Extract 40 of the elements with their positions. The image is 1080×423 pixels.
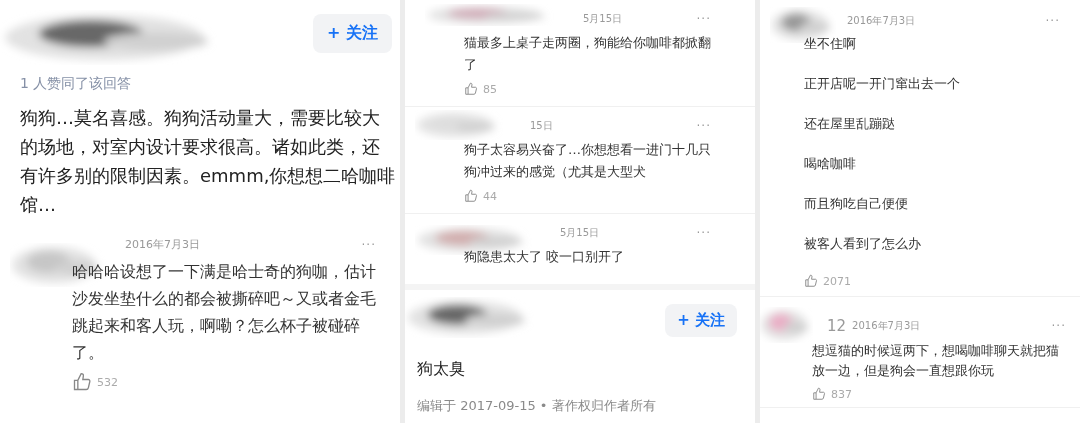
like-count: 2071 (823, 274, 851, 288)
answer-text: 狗太臭 (417, 358, 466, 380)
like-count: 837 (831, 387, 852, 401)
comment-text: 被客人看到了怎么办 (804, 235, 922, 253)
comment-text: 猫最多上桌子走两圈，狗能给你咖啡都掀翻了 (464, 34, 712, 74)
thumbs-up-icon[interactable] (804, 274, 818, 288)
more-options[interactable]: ··· (1051, 319, 1066, 333)
comment-text: 狗子太容易兴奋了…你想想看一进门十几只狗冲过来的感觉（尤其是大型犬 (464, 141, 712, 181)
more-options[interactable]: ··· (696, 119, 711, 133)
comment-date: 2016年7月3日 (125, 237, 200, 252)
comment-date: 2016年7月3日 (852, 319, 921, 333)
comment-date: 5月15日 (560, 226, 600, 240)
comment-text: 哈哈哈设想了一下满是哈士奇的狗咖，估计沙发坐垫什么的都会被撕碎吧～又或者金毛跳起来和客人玩，啊嘞？怎么杯子被碰碎了。 (72, 261, 377, 364)
more-options[interactable]: ··· (361, 237, 376, 252)
follow-button[interactable]: + 关注 (665, 304, 737, 337)
comment-text: 喝啥咖啡 (804, 155, 857, 173)
commenter-name: 12 (827, 317, 847, 335)
comment-text: 正开店呢一开门窜出去一个 (804, 75, 961, 93)
follow-button[interactable]: + 关注 (313, 14, 392, 53)
comment-text: 狗隐患太大了 咬一口别开了 (464, 248, 626, 266)
comment-date: 2016年7月3日 (847, 14, 916, 28)
more-options[interactable]: ··· (1045, 14, 1060, 28)
like-count: 85 (483, 82, 497, 96)
comment-text: 想逗猫的时候逗两下，想喝咖啡聊天就把猫放一边，但是狗会一直想跟你玩 (812, 342, 1060, 380)
comment-text: 坐不住啊 (804, 35, 857, 53)
like-count: 532 (97, 375, 118, 389)
more-options[interactable]: ··· (696, 226, 711, 240)
more-options[interactable]: ··· (696, 12, 711, 26)
comment-text: 而且狗吃自己便便 (804, 195, 909, 213)
answer-text: 狗狗…莫名喜感。狗狗活动量大，需要比较大的场地，对室内设计要求很高。诸如此类，还有许多别的限制因素。emmm,你想想二哈咖啡馆… (20, 106, 396, 217)
thumbs-up-icon[interactable] (464, 82, 478, 96)
upvote-note: 1 人赞同了该回答 (20, 75, 133, 93)
edit-info: 编辑于 2017-09-15 • 著作权归作者所有 (417, 397, 657, 415)
thumbs-up-icon[interactable] (72, 372, 92, 392)
comment-date: 15日 (530, 119, 553, 133)
like-count: 44 (483, 189, 497, 203)
thumbs-up-icon[interactable] (464, 189, 478, 203)
comment-date: 5月15日 (583, 12, 623, 26)
comment-text: 还在屋里乱蹦跶 (804, 115, 896, 133)
thumbs-up-icon[interactable] (812, 387, 826, 401)
